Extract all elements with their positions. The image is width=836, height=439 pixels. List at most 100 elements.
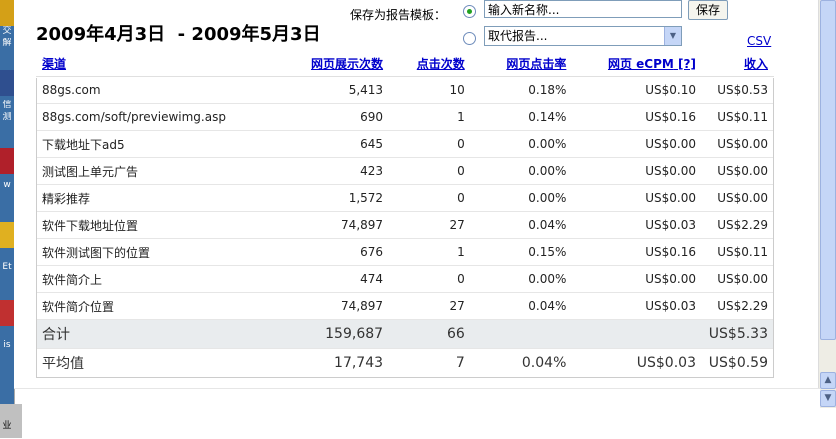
- cell-clicks: 1: [389, 238, 471, 266]
- average-ecpm: US$0.03: [572, 348, 702, 378]
- total-row: 合计 159,687 66 US$5.33: [36, 319, 774, 349]
- desktop-shortcut-icon[interactable]: [0, 148, 14, 174]
- replace-report-radio[interactable]: [463, 32, 476, 45]
- average-revenue: US$0.59: [701, 348, 774, 378]
- scroll-up-icon[interactable]: ▲: [820, 372, 836, 389]
- chevron-down-icon[interactable]: ▼: [664, 27, 681, 45]
- cell-impressions: 676: [261, 238, 390, 266]
- desktop-shortcut-icon[interactable]: [0, 300, 14, 326]
- desktop-label: 信: [2, 100, 12, 110]
- cell-channel: 软件简介上: [36, 265, 262, 293]
- cell-ctr: 0.04%: [470, 292, 573, 320]
- cell-clicks: 0: [389, 130, 471, 158]
- cell-impressions: 645: [261, 130, 390, 158]
- cell-impressions: 1,572: [261, 184, 390, 212]
- help-link[interactable]: [?]: [678, 57, 696, 71]
- cell-revenue: US$0.00: [701, 265, 774, 293]
- cell-channel: 下载地址下ad5: [36, 130, 262, 158]
- average-clicks: 7: [389, 348, 471, 378]
- cell-clicks: 1: [389, 103, 471, 131]
- column-header-ecpm[interactable]: 网页 eCPM [?]: [572, 50, 702, 77]
- cell-ctr: 0.00%: [470, 265, 573, 293]
- cell-ecpm: US$0.03: [572, 211, 702, 239]
- cell-channel: 软件简介位置: [36, 292, 262, 320]
- table-row: 软件下载地址位置 74,897 27 0.04% US$0.03 US$2.29: [36, 211, 774, 239]
- table-row: 测试图上单元广告 423 0 0.00% US$0.00 US$0.00: [36, 157, 774, 185]
- total-revenue: US$5.33: [701, 319, 774, 349]
- cell-ctr: 0.00%: [470, 184, 573, 212]
- cell-ecpm: US$0.16: [572, 103, 702, 131]
- cell-revenue: US$2.29: [701, 211, 774, 239]
- scrollbar-thumb[interactable]: [820, 0, 836, 340]
- average-impressions: 17,743: [261, 348, 390, 378]
- cell-ecpm: US$0.10: [572, 76, 702, 104]
- desktop-label: w: [3, 180, 11, 190]
- cell-clicks: 27: [389, 292, 471, 320]
- cell-revenue: US$0.11: [701, 238, 774, 266]
- template-name-input[interactable]: 输入新名称...: [484, 0, 682, 18]
- cell-revenue: US$0.00: [701, 184, 774, 212]
- cell-revenue: US$0.53: [701, 76, 774, 104]
- window-bottom-area: [14, 388, 820, 439]
- total-label: 合计: [36, 319, 262, 349]
- cell-revenue: US$0.00: [701, 130, 774, 158]
- average-ctr: 0.04%: [470, 348, 573, 378]
- cell-impressions: 74,897: [261, 292, 390, 320]
- report-table: 渠道 网页展示次数 点击次数 网页点击率 网页 eCPM [?] 收入 88gs…: [36, 50, 774, 378]
- table-row: 下载地址下ad5 645 0 0.00% US$0.00 US$0.00: [36, 130, 774, 158]
- cell-clicks: 10: [389, 76, 471, 104]
- cell-revenue: US$0.00: [701, 157, 774, 185]
- cell-clicks: 0: [389, 265, 471, 293]
- total-impressions: 159,687: [261, 319, 390, 349]
- table-row: 88gs.com/soft/previewimg.asp 690 1 0.14%…: [36, 103, 774, 131]
- cell-clicks: 27: [389, 211, 471, 239]
- desktop-label: Et: [2, 262, 12, 272]
- column-header-clicks[interactable]: 点击次数: [389, 50, 471, 77]
- scroll-down-icon[interactable]: ▼: [820, 390, 836, 407]
- save-button[interactable]: 保存: [688, 0, 728, 20]
- cell-channel: 88gs.com: [36, 76, 262, 104]
- desktop-shortcut-icon[interactable]: [0, 222, 14, 248]
- cell-ecpm: US$0.03: [572, 292, 702, 320]
- table-header-row: 渠道 网页展示次数 点击次数 网页点击率 网页 eCPM [?] 收入: [36, 50, 774, 77]
- cell-impressions: 474: [261, 265, 390, 293]
- average-label: 平均值: [36, 348, 262, 378]
- desktop-label: 测: [2, 112, 12, 122]
- vertical-scrollbar[interactable]: ▲ ▼: [818, 0, 836, 408]
- cell-ctr: 0.15%: [470, 238, 573, 266]
- cell-revenue: US$0.11: [701, 103, 774, 131]
- total-ecpm: [572, 319, 702, 349]
- cell-ctr: 0.14%: [470, 103, 573, 131]
- page-title: 2009年4月3日 - 2009年5月3日: [36, 24, 321, 45]
- cell-channel: 88gs.com/soft/previewimg.asp: [36, 103, 262, 131]
- column-header-ctr[interactable]: 网页点击率: [470, 50, 573, 77]
- cell-channel: 软件下载地址位置: [36, 211, 262, 239]
- save-new-radio[interactable]: [463, 5, 476, 18]
- table-row: 精彩推荐 1,572 0 0.00% US$0.00 US$0.00: [36, 184, 774, 212]
- replace-report-value: 取代报告...: [488, 29, 548, 43]
- cell-channel: 软件测试图下的位置: [36, 238, 262, 266]
- ecpm-label[interactable]: 网页 eCPM: [608, 57, 674, 71]
- table-row: 软件简介上 474 0 0.00% US$0.00 US$0.00: [36, 265, 774, 293]
- desktop-shortcut-icon[interactable]: [0, 70, 14, 96]
- column-header-revenue[interactable]: 收入: [701, 50, 774, 77]
- replace-report-select[interactable]: 取代报告... ▼: [484, 26, 682, 46]
- desktop-shortcut-icon[interactable]: [0, 0, 14, 26]
- cell-clicks: 0: [389, 184, 471, 212]
- cell-clicks: 0: [389, 157, 471, 185]
- cell-ecpm: US$0.00: [572, 157, 702, 185]
- cell-ecpm: US$0.00: [572, 184, 702, 212]
- column-header-impressions[interactable]: 网页展示次数: [261, 50, 390, 77]
- average-row: 平均值 17,743 7 0.04% US$0.03 US$0.59: [36, 348, 774, 378]
- cell-impressions: 74,897: [261, 211, 390, 239]
- table-row: 软件测试图下的位置 676 1 0.15% US$0.16 US$0.11: [36, 238, 774, 266]
- cell-impressions: 423: [261, 157, 390, 185]
- cell-ecpm: US$0.16: [572, 238, 702, 266]
- desktop-label: 解: [2, 38, 12, 48]
- desktop-label: 交: [2, 26, 12, 36]
- desktop-taskbar-corner: 业: [0, 404, 22, 438]
- column-header-channel[interactable]: 渠道: [36, 50, 262, 77]
- csv-export-link[interactable]: CSV: [747, 34, 771, 48]
- cell-ecpm: US$0.00: [572, 130, 702, 158]
- table-row: 软件简介位置 74,897 27 0.04% US$0.03 US$2.29: [36, 292, 774, 320]
